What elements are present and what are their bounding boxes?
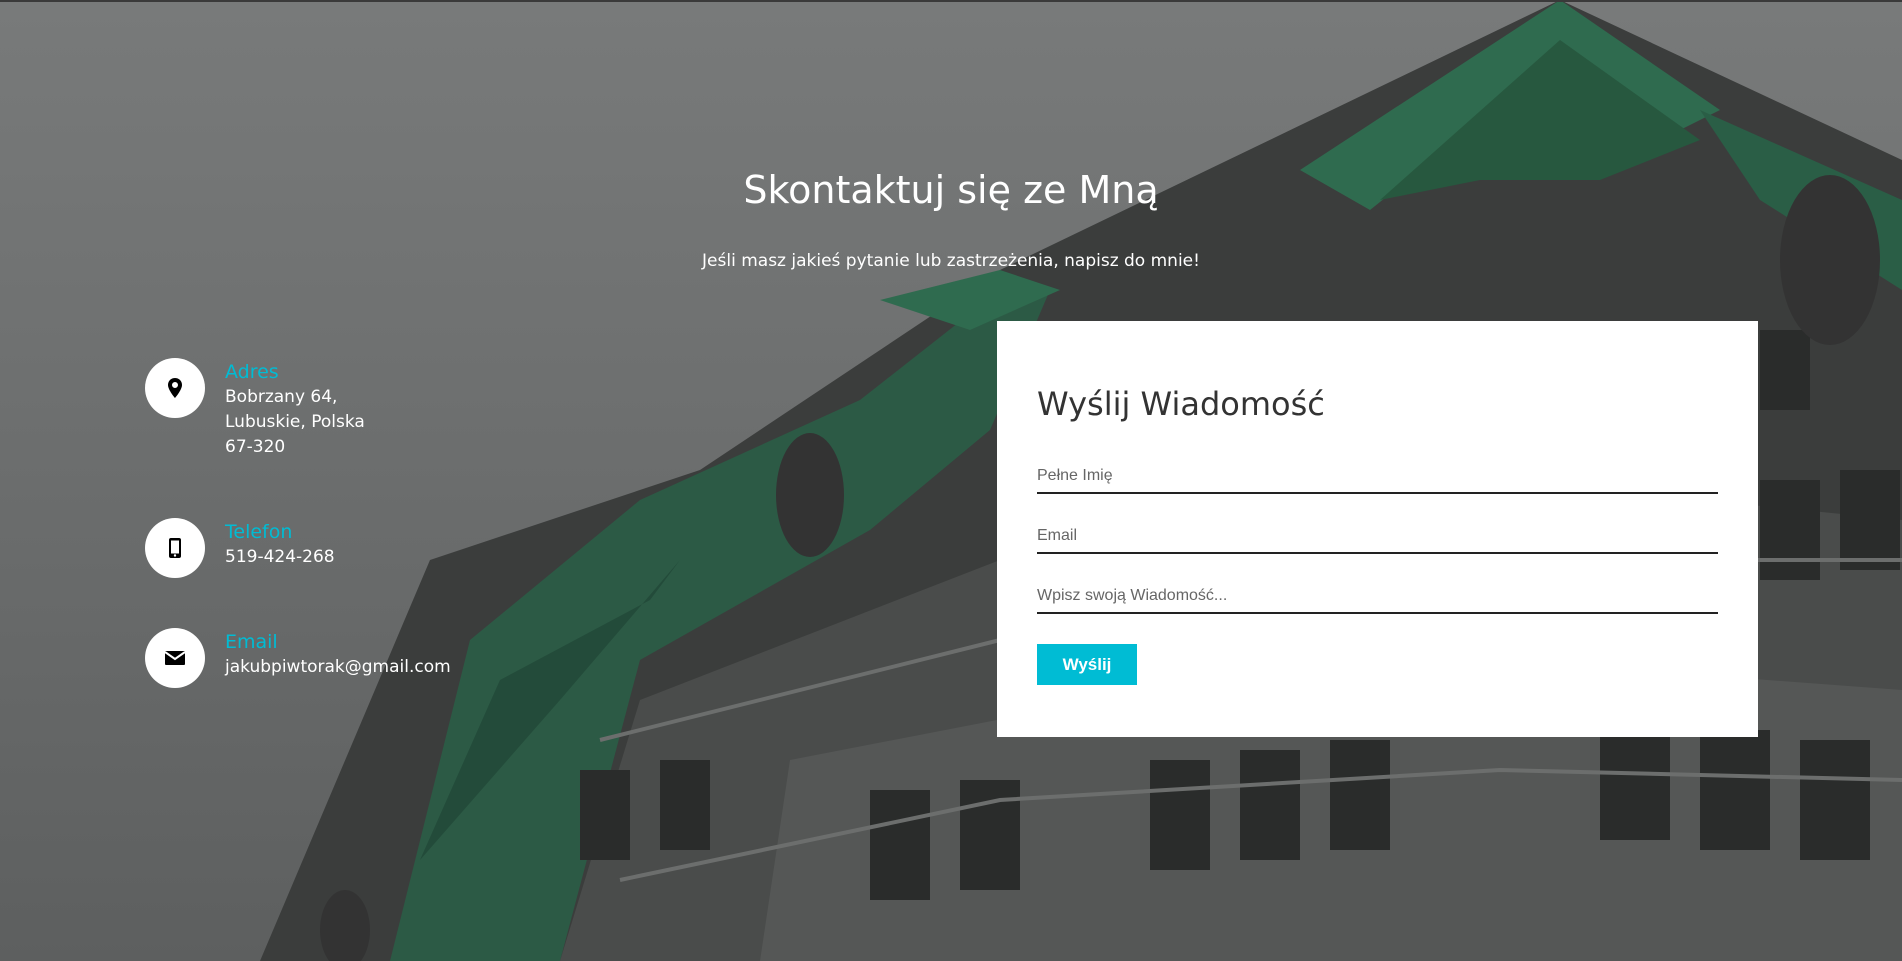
email-label: Email	[225, 631, 278, 653]
phone-label: Telefon	[225, 521, 293, 543]
map-pin-icon	[145, 358, 205, 418]
contact-phone: Telefon 519-424-268	[145, 518, 335, 578]
phone-value: 519-424-268	[225, 547, 335, 567]
address-label: Adres	[225, 361, 279, 383]
email-input[interactable]	[1037, 522, 1718, 550]
message-input[interactable]	[1037, 582, 1718, 610]
address-line-2: Lubuskie, Polska	[225, 412, 365, 432]
form-title: Wyślij Wiadomość	[1037, 385, 1325, 423]
message-field-wrapper	[1037, 582, 1718, 614]
name-field-wrapper	[1037, 462, 1718, 494]
send-button[interactable]: Wyślij	[1037, 644, 1137, 685]
page-subtitle: Jeśli masz jakieś pytanie lub zastrzeżen…	[702, 251, 1200, 271]
envelope-icon	[145, 628, 205, 688]
mobile-phone-icon	[145, 518, 205, 578]
address-line-3: 67-320	[225, 437, 286, 457]
full-name-input[interactable]	[1037, 462, 1718, 490]
address-line-1: Bobrzany 64,	[225, 387, 338, 407]
contact-email: Email jakubpiwtorak@gmail.com	[145, 628, 451, 688]
email-value[interactable]: jakubpiwtorak@gmail.com	[225, 655, 451, 680]
contact-form: Wyślij Wiadomość Wyślij	[997, 321, 1758, 737]
email-field-wrapper	[1037, 522, 1718, 554]
contact-address: Adres Bobrzany 64, Lubuskie, Polska 67-3…	[145, 358, 365, 460]
page-title: Skontaktuj się ze Mną	[743, 168, 1159, 212]
